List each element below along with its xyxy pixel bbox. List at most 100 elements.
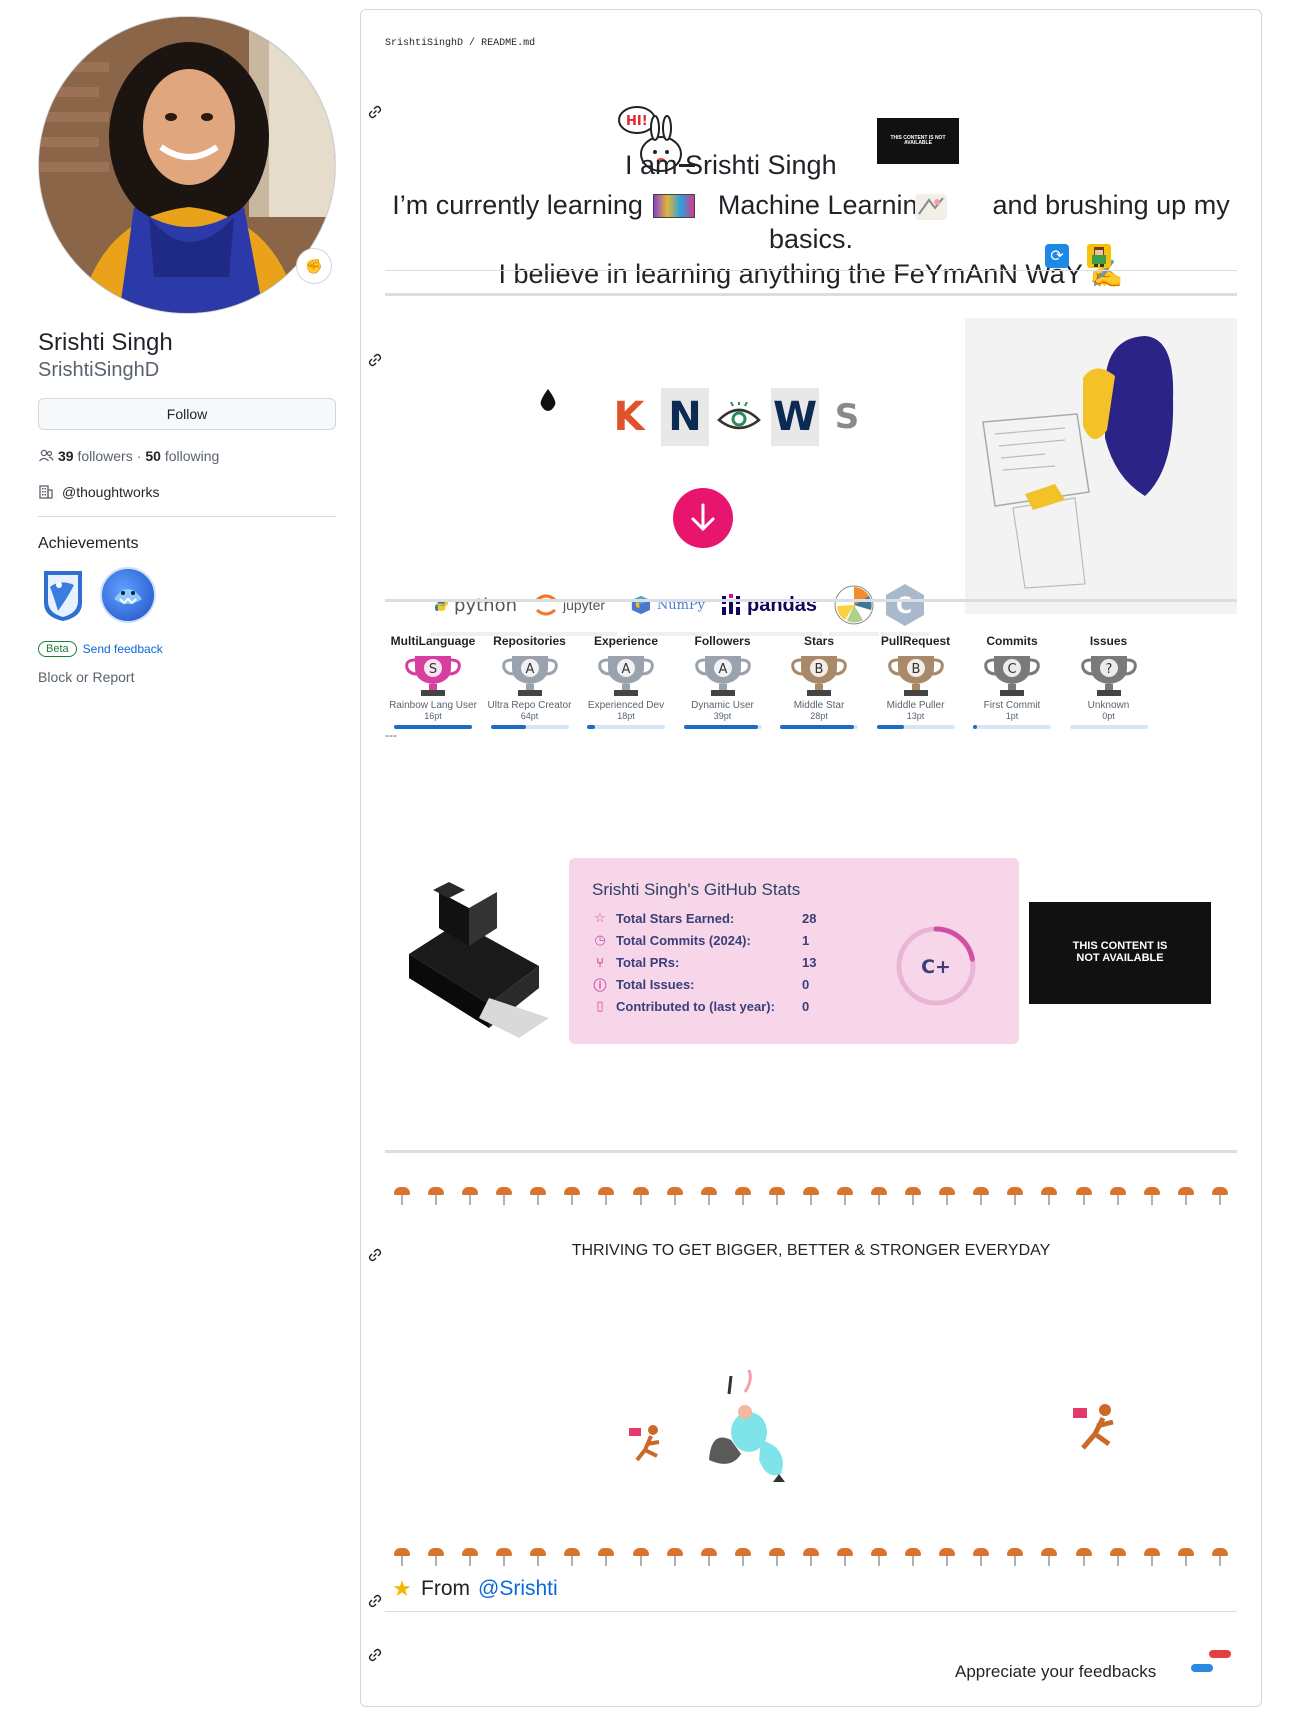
- trophy-progress-bar: [780, 725, 858, 729]
- mushroom-icon: [1143, 1545, 1161, 1567]
- send-feedback-link[interactable]: Send feedback: [83, 642, 163, 656]
- trophy-rank: Middle Puller: [886, 700, 945, 711]
- mushroom-icon: [700, 1184, 718, 1206]
- trophy-points: 28pt: [810, 711, 828, 721]
- breadcrumb-owner[interactable]: SrishtiSinghD: [385, 38, 463, 49]
- mushroom-icon: [529, 1184, 547, 1206]
- organization-name[interactable]: @thoughtworks: [62, 484, 159, 500]
- github-stats-card: Srishti Singh's GitHub Stats ☆ Total Star…: [569, 858, 1019, 1044]
- mushroom-icon: [563, 1184, 581, 1206]
- mushroom-row: [385, 1184, 1237, 1206]
- trophy-title: Commits: [986, 634, 1038, 648]
- stat-label: Total Stars Earned:: [616, 910, 735, 926]
- star-icon: ☆: [594, 910, 606, 925]
- trophy-points: 64pt: [520, 711, 539, 721]
- trophy-progress-fill: [973, 725, 977, 729]
- mushroom-icon: [1177, 1184, 1195, 1206]
- trophy-pullrequest: PullRequest B Middle Puller 13pt: [868, 634, 964, 729]
- trophy-rank-letter: A: [525, 662, 534, 677]
- followers-link[interactable]: 39 followers: [58, 448, 133, 464]
- trophy-stars: Stars B Middle Star 28pt: [771, 634, 867, 729]
- stat-label: Total Issues:: [616, 976, 695, 992]
- achievement-badge-pull-shark[interactable]: [38, 567, 88, 623]
- pull-request-icon: ⑂: [596, 954, 604, 970]
- logo-tile-n: N: [661, 388, 709, 446]
- star-icon: ★: [392, 1576, 412, 1601]
- organization-icon: [39, 485, 53, 499]
- learning-gif-image: [653, 194, 695, 218]
- mushroom-icon: [768, 1184, 786, 1206]
- hi-bubble-text: HI!: [626, 114, 648, 129]
- drop-icon: [539, 389, 557, 411]
- 3d-contribution-graph: [389, 878, 549, 1058]
- trophy-progress-fill: [490, 725, 526, 729]
- mushroom-icon: [1006, 1545, 1024, 1567]
- trophy-cup-icon: S: [405, 656, 461, 696]
- dashes-separator: ---: [385, 728, 397, 742]
- trophy-rank: Rainbow Lang User: [389, 700, 477, 711]
- mushroom-row: [385, 1545, 1237, 1567]
- people-icon: [39, 449, 54, 462]
- trophy-progress-fill: [780, 725, 855, 729]
- profile-name: Srishti Singh: [38, 329, 173, 356]
- mushroom-icon: [461, 1184, 479, 1206]
- anchor-link-icon[interactable]: [367, 1247, 383, 1263]
- mushroom-icon: [972, 1184, 990, 1206]
- mushroom-icon: [427, 1545, 445, 1567]
- block-or-report-link[interactable]: Block or Report: [38, 669, 336, 685]
- trophy-rank-letter: B: [815, 662, 824, 677]
- mushroom-icon: [1040, 1545, 1058, 1567]
- mushroom-icon: [904, 1184, 922, 1206]
- thrive-heading: THRIVING TO GET BIGGER, BETTER & STRONGE…: [571, 1242, 1051, 1259]
- trophy-title: Experience: [593, 634, 659, 648]
- running-figure-left: [629, 1420, 669, 1462]
- mushroom-icon: [1075, 1545, 1093, 1567]
- mushroom-icon: [768, 1545, 786, 1567]
- trophy-progress-bar: [683, 725, 762, 729]
- download-arrow-icon[interactable]: [673, 488, 733, 548]
- mushroom-icon: [495, 1184, 513, 1206]
- machine-learning-gif-image: [915, 194, 947, 220]
- anchor-link-icon[interactable]: [367, 1593, 383, 1609]
- svg-text:C: C: [896, 594, 912, 619]
- mushroom-icon: [802, 1545, 820, 1567]
- follow-separator: ·: [136, 448, 142, 464]
- mushroom-icon: [495, 1545, 513, 1567]
- stat-value: 0: [802, 976, 810, 992]
- trophy-points: 16pt: [424, 711, 442, 721]
- clock-icon: ◷: [594, 932, 606, 947]
- flexed-biceps-icon[interactable]: ✊: [296, 248, 332, 284]
- follow-button[interactable]: Follow: [38, 398, 336, 430]
- mushroom-icon: [563, 1545, 581, 1567]
- trophy-progress-bar: [1069, 725, 1148, 729]
- sidebar-divider: [38, 516, 336, 517]
- section-divider: [385, 599, 1237, 602]
- matplotlib-logo: [829, 578, 879, 636]
- avatar[interactable]: [38, 16, 336, 314]
- trophy-rank-letter: C: [1007, 662, 1016, 677]
- dancing-character-illustration: [701, 1369, 791, 1490]
- profile-sidebar: ✊ Srishti Singh SrishtiSinghD Follow 39 …: [38, 16, 336, 685]
- from-handle-link[interactable]: @Srishti: [478, 1577, 558, 1601]
- achievement-badge-shark[interactable]: [100, 567, 156, 623]
- trophy-experience: Experience A Experienced Dev 18pt: [578, 634, 674, 729]
- trophy-followers: Followers A Dynamic User 39pt: [675, 634, 771, 729]
- anchor-link-icon[interactable]: [367, 352, 383, 368]
- trophy-points: 0pt: [1102, 711, 1115, 721]
- mushroom-icon: [1040, 1184, 1058, 1206]
- repo-icon: ▯: [596, 998, 604, 1013]
- jupyter-logo: jupyter: [531, 578, 617, 636]
- stat-value: 0: [802, 998, 810, 1014]
- logo-tile-k: K: [613, 394, 645, 440]
- coder-illustration-image: [965, 318, 1237, 614]
- trophy-progress-bar: [587, 725, 665, 729]
- trophy-cup-icon: A: [694, 656, 751, 696]
- anchor-link-icon[interactable]: [367, 104, 383, 120]
- following-link[interactable]: 50 following: [145, 448, 219, 464]
- anchor-link-icon[interactable]: [367, 1647, 383, 1663]
- organization: @thoughtworks: [38, 484, 336, 500]
- achievements-title[interactable]: Achievements: [38, 535, 336, 553]
- stat-row: ⑂ Total PRs: 13: [592, 954, 816, 970]
- pandas-logo: pandas: [717, 578, 823, 636]
- from-prefix: From: [421, 1577, 470, 1600]
